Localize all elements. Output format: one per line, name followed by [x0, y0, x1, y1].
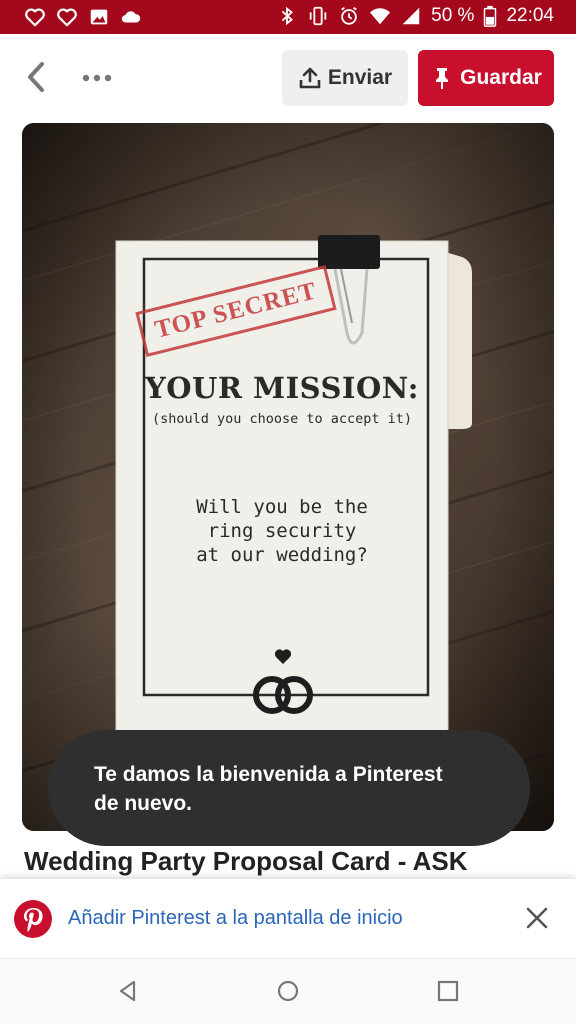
cloud-icon	[120, 6, 142, 28]
nav-recents-button[interactable]	[434, 977, 462, 1005]
send-button[interactable]: Enviar	[282, 50, 408, 106]
nav-home-button[interactable]	[274, 977, 302, 1005]
close-banner-button[interactable]	[522, 903, 552, 933]
clock: 22:04	[506, 5, 554, 26]
more-options-button[interactable]	[78, 64, 118, 92]
heart-outline-icon	[56, 6, 78, 28]
battery-percent: 50 %	[431, 5, 475, 26]
signal-icon	[400, 5, 422, 27]
welcome-toast: Te damos la bienvenida a Pinterest de nu…	[48, 730, 530, 846]
mission-title: YOUR MISSION:	[145, 371, 419, 405]
back-button[interactable]	[20, 60, 54, 94]
question-line-3: at our wedding?	[196, 544, 368, 566]
share-upload-icon	[298, 66, 322, 90]
vibrate-icon	[307, 5, 329, 27]
pin-image[interactable]: TOP SECRET YOUR MISSION: (should you cho…	[22, 123, 554, 831]
battery-icon	[483, 5, 497, 27]
chevron-left-icon	[28, 62, 44, 92]
more-dots-icon	[82, 74, 112, 82]
image-icon	[88, 6, 110, 28]
toast-line-1: Te damos la bienvenida a Pinterest	[94, 763, 443, 786]
alarm-icon	[338, 5, 360, 27]
wifi-icon	[369, 5, 391, 27]
add-to-home-banner[interactable]: Añadir Pinterest a la pantalla de inicio	[0, 878, 576, 958]
pin-title[interactable]: Wedding Party Proposal Card - ASK	[24, 846, 564, 880]
back-triangle-icon	[119, 980, 136, 1002]
toast-line-2: de nuevo.	[94, 792, 193, 815]
status-bar: 50 % 22:04	[0, 0, 576, 34]
status-left-icons	[24, 6, 142, 28]
pin-toolbar: Enviar Guardar	[0, 34, 576, 122]
home-circle-icon	[277, 980, 299, 1002]
add-to-home-text[interactable]: Añadir Pinterest a la pantalla de inicio	[68, 907, 403, 930]
send-label: Enviar	[327, 66, 393, 89]
save-label: Guardar	[460, 66, 542, 89]
mission-subtitle: (should you choose to accept it)	[151, 411, 413, 427]
question-line-1: Will you be the	[196, 496, 368, 518]
pinterest-logo-icon	[14, 900, 52, 938]
bluetooth-icon	[276, 5, 298, 27]
heart-outline-icon	[24, 6, 46, 28]
recents-square-icon	[437, 980, 459, 1002]
status-right-icons: 50 % 22:04	[276, 5, 554, 27]
nav-back-button[interactable]	[114, 977, 142, 1005]
mission-question: Will you be the ring security at our wed…	[132, 495, 432, 567]
close-icon	[526, 907, 548, 929]
system-nav-bar	[0, 958, 576, 1024]
wooden-table-photo	[22, 123, 554, 831]
save-button[interactable]: Guardar	[418, 50, 554, 106]
question-line-2: ring security	[207, 520, 357, 542]
pushpin-icon	[430, 66, 454, 90]
